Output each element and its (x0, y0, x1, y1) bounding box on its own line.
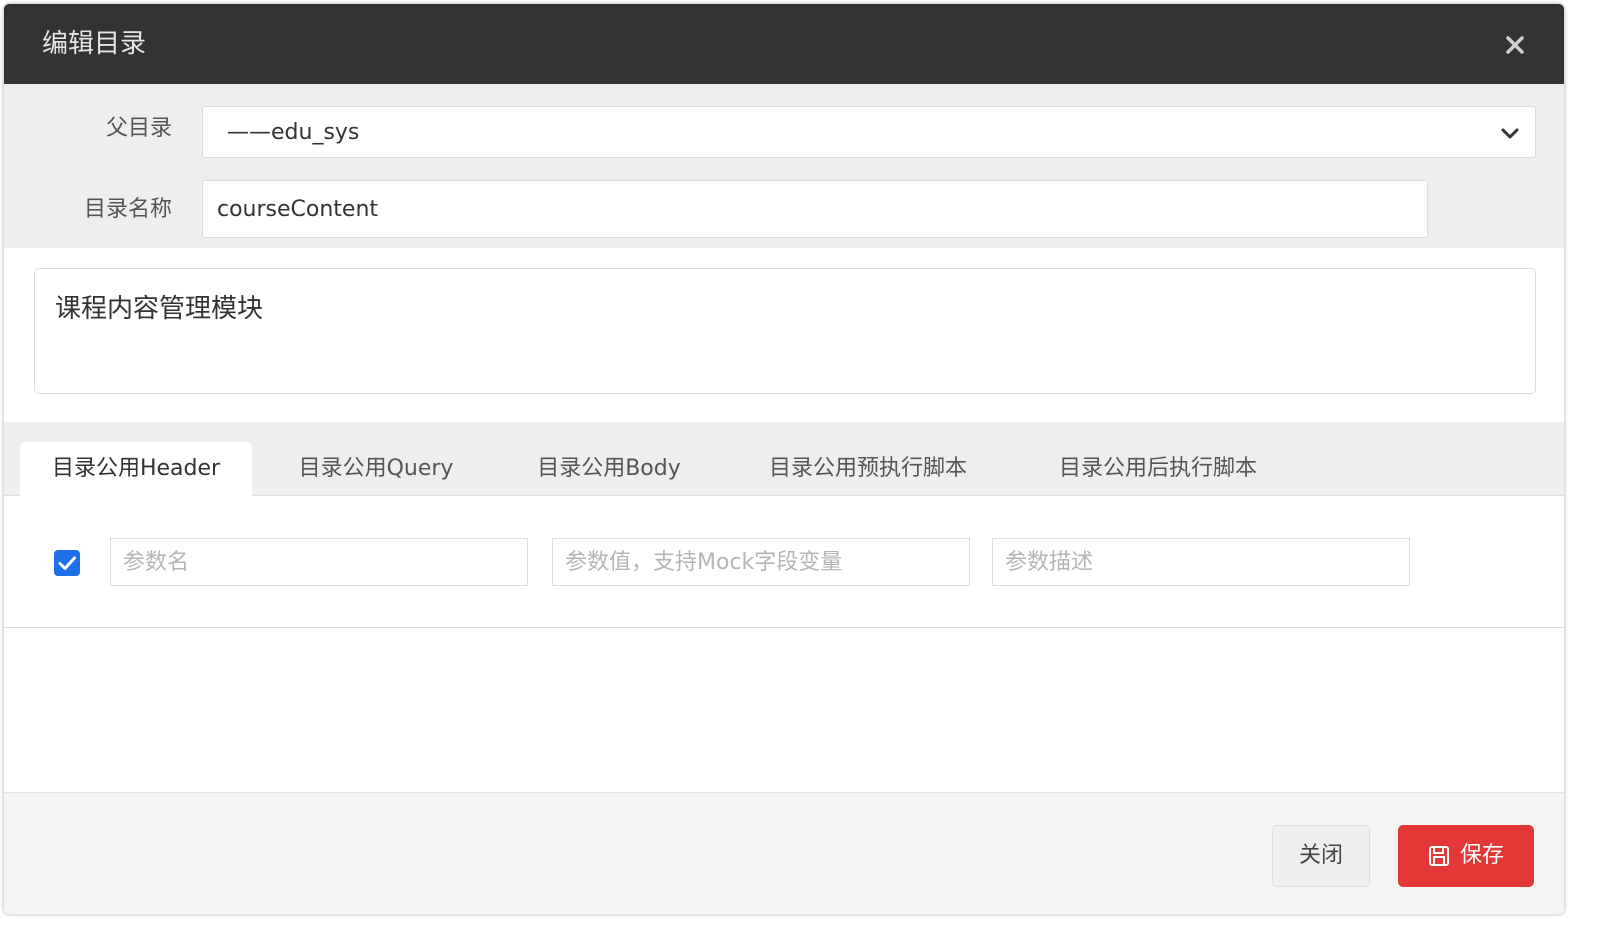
tab-pre-script[interactable]: 目录公用预执行脚本 (734, 442, 1002, 496)
dialog-title: 编辑目录 (42, 29, 147, 59)
parent-directory-select[interactable]: ——edu_sys (202, 106, 1536, 158)
tab-header[interactable]: 目录公用Header (20, 442, 252, 496)
param-value-input[interactable] (552, 538, 970, 586)
directory-name-input[interactable] (202, 180, 1428, 238)
param-description-input[interactable] (992, 538, 1410, 586)
directory-name-label: 目录名称 (83, 197, 172, 222)
directory-form: 父目录 ——edu_sys 目录名称 (4, 84, 1564, 248)
tab-post-script[interactable]: 目录公用后执行脚本 (1024, 442, 1292, 496)
header-params-panel (4, 496, 1564, 628)
tab-body[interactable]: 目录公用Body (504, 442, 714, 496)
save-button-label: 保存 (1460, 843, 1505, 868)
chevron-down-icon (1501, 128, 1519, 139)
check-icon (58, 556, 76, 570)
param-name-input[interactable] (110, 538, 528, 586)
close-icon[interactable] (1500, 30, 1530, 60)
tab-query[interactable]: 目录公用Query (268, 442, 484, 496)
dialog-footer: 关闭 保存 (4, 792, 1564, 914)
save-icon (1429, 846, 1449, 866)
param-enabled-checkbox[interactable] (54, 550, 80, 576)
parent-directory-value: ——edu_sys (227, 120, 360, 145)
dialog-titlebar: 编辑目录 (4, 4, 1564, 84)
directory-description-textarea[interactable]: 课程内容管理模块 (34, 268, 1536, 394)
parent-directory-label: 父目录 (105, 116, 172, 141)
close-button[interactable]: 关闭 (1272, 825, 1370, 887)
edit-directory-dialog: 编辑目录 父目录 ——edu_sys 目录名称 课程内容管理模块 目录公用Hea… (4, 4, 1564, 914)
param-tabs: 目录公用Header 目录公用Query 目录公用Body 目录公用预执行脚本 … (4, 422, 1564, 496)
save-button[interactable]: 保存 (1398, 825, 1534, 887)
